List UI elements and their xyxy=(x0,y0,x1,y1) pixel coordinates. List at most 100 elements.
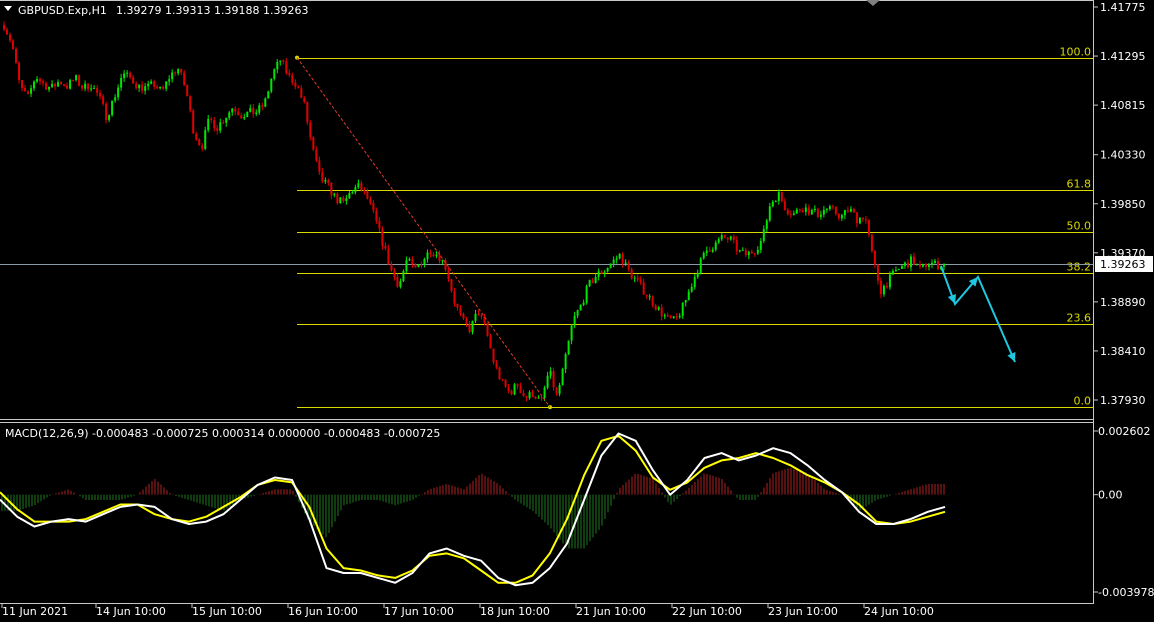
candle-bear xyxy=(798,209,801,211)
candle-bear xyxy=(708,250,711,252)
candle-bear xyxy=(330,183,333,196)
candle-bear xyxy=(180,68,183,73)
candle-bull xyxy=(891,270,894,275)
candle-bear xyxy=(336,193,339,204)
candle-bull xyxy=(663,315,666,317)
candle-bear xyxy=(666,315,669,317)
candle-bear xyxy=(384,246,387,249)
candle-bear xyxy=(453,291,456,304)
candle-bear xyxy=(234,108,237,112)
time-tick-label: 15 Jun 10:00 xyxy=(192,605,262,618)
candle-bear xyxy=(381,228,384,247)
candle-bull xyxy=(177,68,180,74)
time-tick-label: 17 Jun 10:00 xyxy=(384,605,454,618)
candle-bear xyxy=(879,280,882,295)
candle-bull xyxy=(324,180,327,182)
candle-bear xyxy=(522,393,525,397)
candle-bear xyxy=(876,264,879,281)
candle-bull xyxy=(57,82,60,87)
candle-bull xyxy=(633,277,636,279)
candle-bear xyxy=(834,206,837,214)
candle-bull xyxy=(690,286,693,292)
candle-bear xyxy=(99,92,102,97)
symbol-menu-icon[interactable] xyxy=(4,6,12,11)
candle-bear xyxy=(846,210,849,212)
candle-bull xyxy=(681,302,684,316)
candle-bull xyxy=(417,265,420,268)
candle-bull xyxy=(357,183,360,188)
candle-bull xyxy=(927,264,930,268)
candle-bear xyxy=(318,160,321,172)
candle-bear xyxy=(327,180,330,184)
candle-bear xyxy=(750,251,753,254)
candle-bear xyxy=(387,248,390,265)
candle-bear xyxy=(516,384,519,387)
candle-bear xyxy=(237,111,240,116)
time-tick-label: 22 Jun 10:00 xyxy=(672,605,742,618)
candle-bear xyxy=(60,82,63,85)
candle-bull xyxy=(258,105,261,113)
chart-canvas[interactable]: 100.0 61.8 50.0 38.2 23.6 0.0 0.002602 0.00 -0.… xyxy=(0,0,1154,622)
candle-bull xyxy=(765,220,768,229)
candle-bear xyxy=(477,313,480,316)
candle-bear xyxy=(540,397,543,399)
candle-bear xyxy=(432,254,435,256)
chart-shift-marker-icon[interactable] xyxy=(866,0,880,6)
candle-bear xyxy=(315,149,318,161)
candle-bear xyxy=(156,86,159,89)
candle-bear xyxy=(360,183,363,191)
candle-bull xyxy=(678,315,681,318)
candle-bull xyxy=(777,192,780,201)
candle-bear xyxy=(642,282,645,295)
candle-bear xyxy=(555,387,558,394)
candle-bear xyxy=(45,83,48,90)
candle-bear xyxy=(369,198,372,204)
candle-bull xyxy=(729,236,732,240)
candle-bull xyxy=(903,262,906,266)
time-tick-label: 23 Jun 10:00 xyxy=(768,605,838,618)
candle-bear xyxy=(78,75,81,86)
candle-bear xyxy=(447,269,450,280)
candle-bull xyxy=(30,88,33,94)
candle-bull xyxy=(720,235,723,240)
price-tick-label: 1.40815 xyxy=(1100,99,1146,112)
candle-bear xyxy=(531,392,534,397)
candle-bear xyxy=(630,269,633,279)
candle-bull xyxy=(585,286,588,303)
candle-bear xyxy=(519,386,522,394)
candle-bull xyxy=(741,249,744,251)
candle-bull xyxy=(126,72,129,74)
candle-bear xyxy=(393,270,396,277)
candle-bear xyxy=(162,86,165,89)
symbol-label[interactable]: GBPUSD.Exp,H1 xyxy=(18,4,107,17)
candle-bear xyxy=(870,234,873,252)
candle-bear xyxy=(363,190,366,192)
candle-bear xyxy=(486,322,489,336)
candle-bear xyxy=(525,396,528,399)
price-tick-label: 1.37930 xyxy=(1100,394,1146,407)
candle-bear xyxy=(807,207,810,215)
candle-bear xyxy=(867,219,870,235)
candle-bull xyxy=(624,262,627,264)
fib-level-label: 61.8 xyxy=(1067,178,1092,191)
candle-bull xyxy=(279,60,282,62)
candle-bull xyxy=(822,209,825,215)
candle-bear xyxy=(6,29,9,35)
candle-bear xyxy=(420,265,423,267)
candle-bear xyxy=(438,254,441,262)
candle-bull xyxy=(594,276,597,284)
candle-bull xyxy=(84,83,87,89)
candle-bear xyxy=(174,72,177,74)
candle-bear xyxy=(210,118,213,120)
candle-bear xyxy=(390,264,393,271)
candle-bull xyxy=(618,253,621,259)
candle-bull xyxy=(168,79,171,82)
fibonacci-retracement[interactable]: 100.0 61.8 50.0 38.2 23.6 0.0 xyxy=(295,46,1093,410)
candle-bear xyxy=(552,370,555,388)
candle-bull xyxy=(915,264,918,266)
price-tick-label: 1.38890 xyxy=(1100,296,1146,309)
candle-bull xyxy=(441,260,444,262)
candle-bear xyxy=(102,96,105,104)
candle-bear xyxy=(468,323,471,333)
candle-bear xyxy=(498,367,501,380)
